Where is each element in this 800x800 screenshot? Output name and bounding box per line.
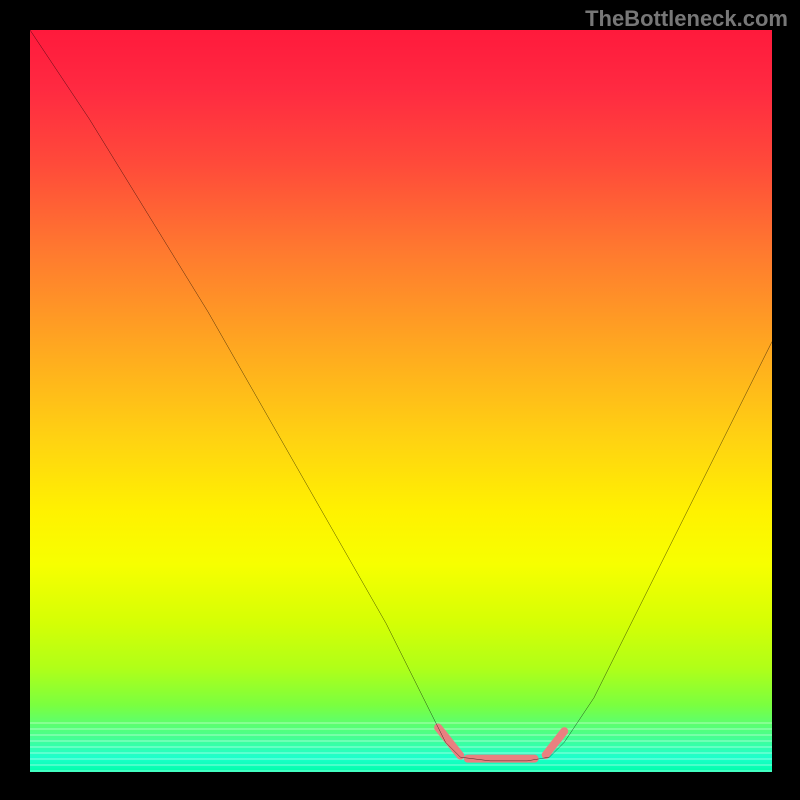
chart-area [30, 30, 772, 772]
bottleneck-curve [30, 30, 772, 761]
chart-svg [30, 30, 772, 772]
highlight-segment [438, 727, 460, 755]
watermark-text: TheBottleneck.com [585, 6, 788, 32]
